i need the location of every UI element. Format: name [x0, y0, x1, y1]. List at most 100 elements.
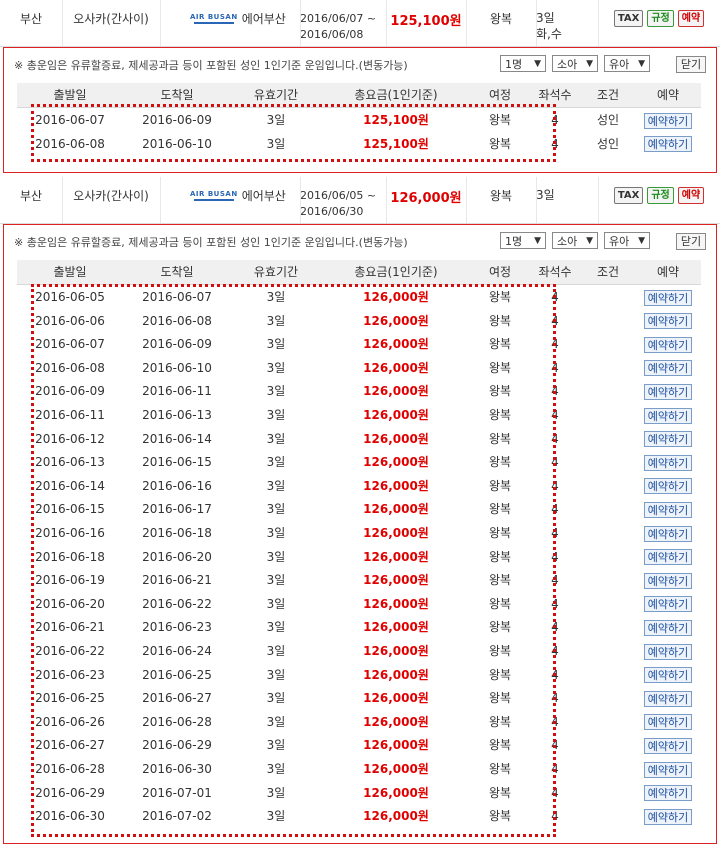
column-header: 조건: [596, 265, 620, 279]
highlight-box: [31, 284, 556, 837]
book-cell: 예약하기: [635, 686, 701, 710]
adult-count-select[interactable]: 1명 ▼: [500, 55, 546, 72]
book-now-button[interactable]: 예약하기: [644, 313, 692, 330]
logo-underline: [193, 199, 234, 201]
select-value: 유아: [609, 58, 630, 71]
book-now-button[interactable]: 예약하기: [644, 572, 692, 589]
book-cell: 예약하기: [635, 332, 701, 356]
select-value: 1명: [505, 58, 523, 71]
offer-summary-row[interactable]: 부산 오사카(간사이) AIR BUSAN 에어부산 2016/06/05 ~2016/…: [0, 177, 720, 224]
table-header: 출발일 도착일 유효기간 총요금(1인기준) 여정 좌석수 조건 예약: [17, 260, 701, 285]
close-button[interactable]: 닫기: [676, 56, 706, 73]
book-now-button[interactable]: 예약하기: [644, 112, 692, 129]
date-end: 2016/06/08: [300, 28, 364, 41]
book-cell: 예약하기: [635, 663, 701, 687]
tax-button[interactable]: TAX: [613, 187, 644, 204]
book-now-button[interactable]: 예약하기: [644, 478, 692, 495]
select-value: 1명: [505, 235, 523, 248]
highlight-box: [31, 104, 556, 162]
caret-down-icon: ▼: [638, 236, 645, 246]
column-divider: [598, 0, 599, 46]
reserve-button[interactable]: 예약: [677, 10, 705, 27]
column-divider: [160, 177, 161, 223]
caret-down-icon: ▼: [586, 236, 593, 246]
child-count-select[interactable]: 소아 ▼: [552, 232, 598, 249]
book-cell: 예약하기: [635, 108, 701, 132]
book-now-button[interactable]: 예약하기: [644, 714, 692, 731]
airline-name: 에어부산: [241, 12, 286, 26]
caret-down-icon: ▼: [534, 59, 541, 69]
book-now-button[interactable]: 예약하기: [644, 761, 692, 778]
book-now-button[interactable]: 예약하기: [644, 383, 692, 400]
infant-count-select[interactable]: 유아 ▼: [604, 232, 650, 249]
column-divider: [536, 177, 537, 223]
book-now-button[interactable]: 예약하기: [644, 808, 692, 825]
book-cell: 예약하기: [635, 497, 701, 521]
panel-toolbar: ※ 총운임은 유류할증료, 제세공과금 등이 포함된 성인 1인기준 운임입니다…: [4, 48, 716, 74]
book-now-button[interactable]: 예약하기: [644, 549, 692, 566]
column-header: 총요금(1인기준): [354, 265, 438, 279]
book-now-button[interactable]: 예약하기: [644, 136, 692, 153]
book-cell: 예약하기: [635, 615, 701, 639]
tax-button[interactable]: TAX: [613, 10, 644, 27]
validity-length: 3일: [536, 188, 555, 202]
adult-count-select[interactable]: 1명 ▼: [500, 232, 546, 249]
column-divider: [160, 0, 161, 46]
book-now-button[interactable]: 예약하기: [644, 596, 692, 613]
book-now-button[interactable]: 예약하기: [644, 690, 692, 707]
book-now-button[interactable]: 예약하기: [644, 336, 692, 353]
book-now-button[interactable]: 예약하기: [644, 454, 692, 471]
book-now-button[interactable]: 예약하기: [644, 431, 692, 448]
column-header: 예약: [656, 88, 680, 102]
book-cell: 예약하기: [635, 285, 701, 309]
book-cell: 예약하기: [635, 592, 701, 616]
column-header: 유효기간: [253, 265, 299, 279]
arrival-city: 오사카(간사이): [73, 189, 149, 203]
departure-city: 부산: [19, 12, 43, 26]
book-now-button[interactable]: 예약하기: [644, 785, 692, 802]
rule-button[interactable]: 규정: [647, 187, 674, 204]
book-cell: 예약하기: [635, 379, 701, 403]
column-header: 예약: [656, 265, 680, 279]
column-header: 조건: [596, 88, 620, 102]
book-now-button[interactable]: 예약하기: [644, 667, 692, 684]
book-cell: 예약하기: [635, 757, 701, 781]
reserve-button[interactable]: 예약: [677, 187, 705, 204]
column-header: 출발일: [53, 265, 87, 279]
book-now-button[interactable]: 예약하기: [644, 360, 692, 377]
column-divider: [300, 177, 301, 223]
infant-count-select[interactable]: 유아 ▼: [604, 55, 650, 72]
book-cell: 예약하기: [635, 639, 701, 663]
logo-text: AIR BUSAN: [190, 190, 238, 198]
book-now-button[interactable]: 예약하기: [644, 501, 692, 518]
logo-underline: [193, 22, 234, 24]
book-now-button[interactable]: 예약하기: [644, 737, 692, 754]
book-cell: 예약하기: [635, 710, 701, 734]
close-button[interactable]: 닫기: [676, 233, 706, 250]
fare-notice: ※ 총운임은 유류할증료, 제세공과금 등이 포함된 성인 1인기준 운임입니다…: [14, 236, 408, 249]
offer-summary-row[interactable]: 부산 오사카(간사이) AIR BUSAN 에어부산 2016/06/07 ~2016/…: [0, 0, 720, 47]
book-now-button[interactable]: 예약하기: [644, 289, 692, 306]
book-cell: 예약하기: [635, 545, 701, 569]
logo-text: AIR BUSAN: [190, 13, 238, 21]
condition: 성인: [596, 136, 620, 151]
select-value: 유아: [609, 235, 630, 248]
column-header: 좌석수: [538, 265, 572, 279]
column-divider: [386, 177, 387, 223]
column-header: 도착일: [160, 265, 194, 279]
book-now-button[interactable]: 예약하기: [644, 407, 692, 424]
book-now-button[interactable]: 예약하기: [644, 619, 692, 636]
child-count-select[interactable]: 소아 ▼: [552, 55, 598, 72]
column-divider: [300, 0, 301, 46]
book-cell: 예약하기: [635, 781, 701, 805]
condition: 성인: [596, 113, 620, 127]
caret-down-icon: ▼: [638, 59, 645, 69]
column-divider: [466, 177, 467, 223]
book-cell: 예약하기: [635, 427, 701, 451]
book-now-button[interactable]: 예약하기: [644, 643, 692, 660]
book-now-button[interactable]: 예약하기: [644, 525, 692, 542]
validity-length: 3일: [536, 11, 555, 25]
book-cell: 예약하기: [635, 474, 701, 498]
column-divider: [62, 177, 63, 223]
rule-button[interactable]: 규정: [647, 10, 674, 27]
